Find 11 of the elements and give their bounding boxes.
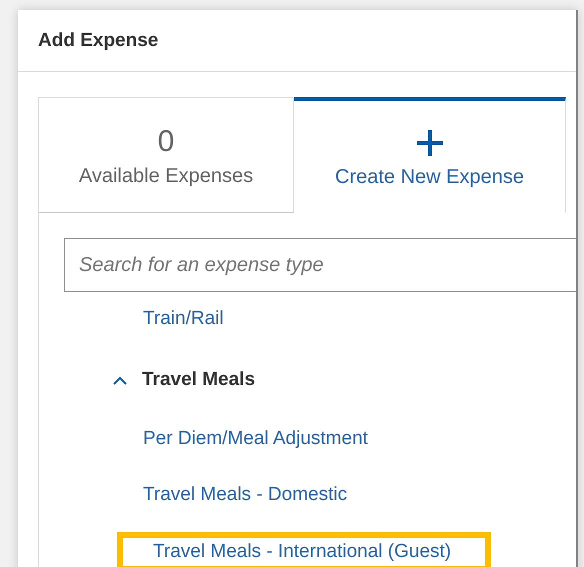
tab[interactable]: 0 Available Expenses [38, 97, 294, 213]
tab[interactable]: Create New Expense [294, 97, 566, 213]
expense-type-link[interactable]: Train/Rail [117, 304, 234, 336]
expense-type-link[interactable]: Per Diem/Meal Adjustment [117, 424, 378, 456]
plus-icon [416, 129, 444, 157]
expense-type-link[interactable]: Travel Meals - Domestic [117, 480, 358, 512]
chevron-icon [112, 375, 128, 385]
search-field[interactable]: Search for an expense type [64, 238, 576, 292]
group-toggle[interactable]: Travel Meals [112, 356, 576, 404]
dialog-title: Add Expense [38, 30, 158, 52]
expense-type-link[interactable]: Travel Meals - International (Guest) [117, 532, 492, 567]
